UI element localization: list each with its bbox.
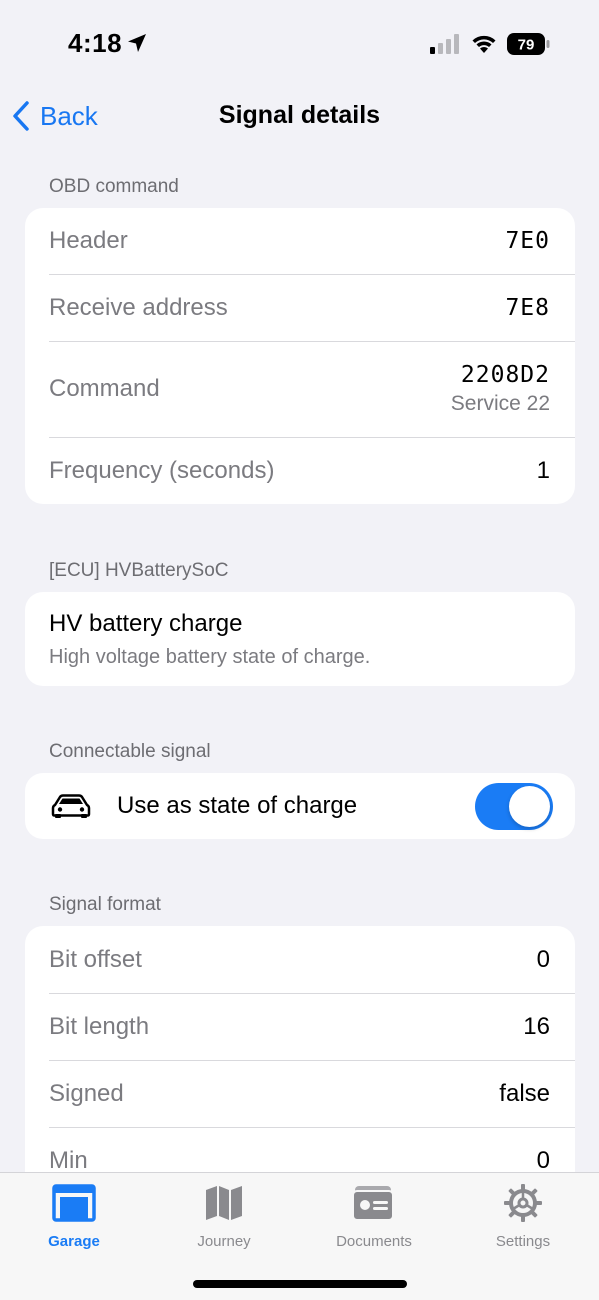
connectable-row: Use as state of charge [25, 773, 575, 839]
toggle-knob [509, 785, 550, 827]
tab-label: Settings [495, 1233, 551, 1250]
documents-icon [352, 1186, 394, 1221]
row-label: Receive address [49, 293, 228, 321]
car-icon [51, 794, 91, 818]
gear-icon [504, 1184, 542, 1222]
status-bar: 4:18 79 [0, 0, 599, 90]
row-label: Command [49, 375, 160, 402]
row-label: Signed [49, 1079, 124, 1107]
tab-garage[interactable]: Garage [14, 1183, 134, 1250]
tab-label: Documents [336, 1233, 412, 1250]
tab-journey[interactable]: Journey [164, 1183, 284, 1250]
connectable-label-group: Use as state of charge [49, 792, 357, 820]
navigation-bar: Back Signal details [0, 90, 599, 142]
map-icon [206, 1186, 242, 1220]
battery-level: 79 [518, 37, 535, 54]
signal-description: High voltage battery state of charge. [49, 646, 371, 668]
state-of-charge-toggle[interactable] [475, 782, 553, 830]
home-indicator [193, 1280, 407, 1288]
row-value: 0 [536, 945, 550, 973]
tab-label: Garage [48, 1233, 100, 1250]
obd-row-frequency: Frequency (seconds) 1 [25, 437, 575, 504]
section-header-connectable: Connectable signal [49, 741, 211, 762]
page-title: Signal details [218, 101, 381, 129]
wifi-icon [472, 35, 496, 53]
ecu-signal-card: HV battery charge High voltage battery s… [25, 592, 575, 686]
row-label: Min [49, 1146, 88, 1174]
row-sub-value: Service 22 [450, 392, 550, 415]
connectable-signal-card: Use as state of charge [25, 773, 575, 839]
row-value: 0 [536, 1146, 550, 1174]
command-value-group: 2208D2 Service 22 [451, 362, 550, 416]
row-value: 7E0 [505, 228, 550, 254]
cellular-signal-icon [430, 34, 459, 54]
row-value: 16 [523, 1012, 550, 1040]
row-value: 1 [536, 456, 550, 484]
signal-format-card: Bit offset 0 Bit length 16 Signed false … [25, 926, 575, 1194]
tab-label: Journey [197, 1233, 251, 1250]
garage-icon [52, 1184, 96, 1222]
signal-title: HV battery charge [49, 610, 243, 637]
section-header-obd-command: OBD command [49, 176, 179, 197]
tab-documents[interactable]: Documents [314, 1183, 434, 1250]
row-label: Header [49, 227, 128, 254]
location-arrow-icon [128, 34, 146, 52]
section-header-ecu-signal: [ECU] HVBatterySoC [49, 560, 229, 581]
status-time: 4:18 [68, 28, 123, 58]
row-value: 2208D2 [460, 362, 550, 388]
format-row-bit-length: Bit length 16 [25, 993, 575, 1060]
format-row-signed: Signed false [25, 1060, 575, 1127]
obd-row-command: Command 2208D2 Service 22 [25, 341, 575, 437]
obd-row-header: Header 7E0 [25, 208, 575, 274]
row-label: Bit offset [49, 945, 142, 973]
format-row-bit-offset: Bit offset 0 [25, 926, 575, 993]
battery-icon: 79 [507, 33, 550, 55]
obd-command-card: Header 7E0 Receive address 7E8 Command 2… [25, 208, 575, 504]
tab-settings[interactable]: Settings [463, 1183, 583, 1250]
obd-row-receive-address: Receive address 7E8 [25, 274, 575, 341]
connectable-label: Use as state of charge [117, 792, 358, 819]
row-value: false [499, 1079, 550, 1107]
section-header-signal-format: Signal format [49, 894, 161, 915]
row-value: 7E8 [505, 294, 550, 321]
row-label: Bit length [49, 1012, 150, 1040]
row-label: Frequency (seconds) [49, 456, 275, 484]
